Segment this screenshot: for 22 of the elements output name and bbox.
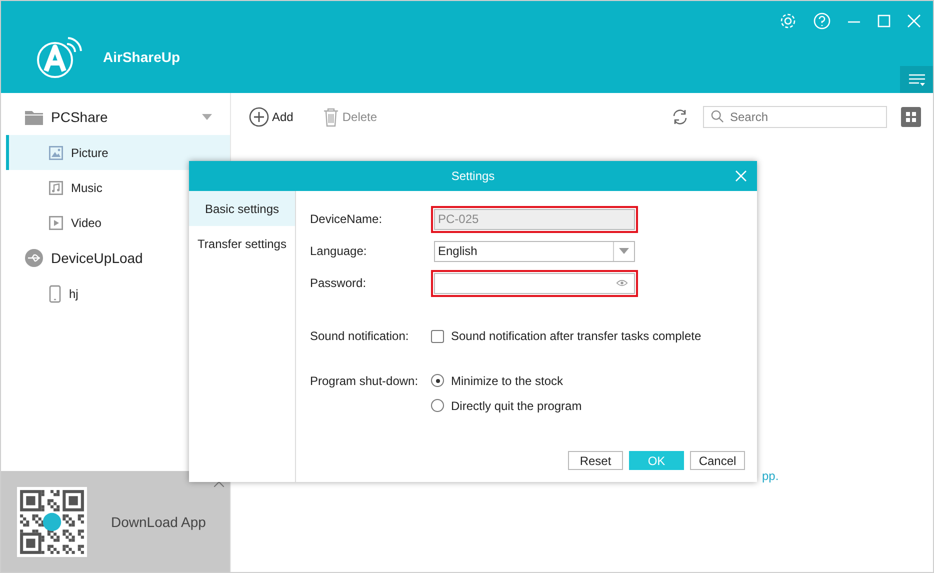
field-label: Password: bbox=[310, 276, 368, 290]
delete-button[interactable]: Delete bbox=[323, 107, 378, 127]
field-label: DeviceName: bbox=[310, 212, 384, 226]
dialog-button[interactable]: Cancel bbox=[690, 451, 745, 470]
field-label: Program shut-down: bbox=[310, 374, 420, 388]
radio-label[interactable]: Minimize to the stock bbox=[451, 374, 564, 388]
app-title: AirShareUp bbox=[103, 49, 180, 65]
sidebar-group[interactable]: PCShare bbox=[1, 99, 230, 135]
radio-label[interactable]: Directly quit the program bbox=[451, 398, 582, 412]
sidebar-item[interactable]: hj bbox=[6, 276, 230, 311]
settings-tab[interactable]: Basic settings bbox=[189, 191, 295, 226]
add-button[interactable]: Add bbox=[249, 107, 294, 127]
dialog-title: Settings bbox=[451, 169, 495, 183]
checkbox-label[interactable]: Sound notification after transfer tasks complete bbox=[451, 329, 702, 343]
search-field[interactable]: Search bbox=[703, 106, 887, 128]
field-label: Language: bbox=[310, 244, 368, 258]
language-dropdown[interactable]: English bbox=[434, 240, 635, 262]
field-label: Sound notification: bbox=[310, 329, 410, 343]
dialog-button[interactable]: Reset bbox=[568, 451, 623, 470]
settings-tab[interactable]: Transfer settings bbox=[189, 226, 295, 261]
sidebar-item[interactable]: Picture bbox=[6, 135, 230, 170]
download-app-label[interactable]: DownLoad App bbox=[111, 514, 206, 530]
